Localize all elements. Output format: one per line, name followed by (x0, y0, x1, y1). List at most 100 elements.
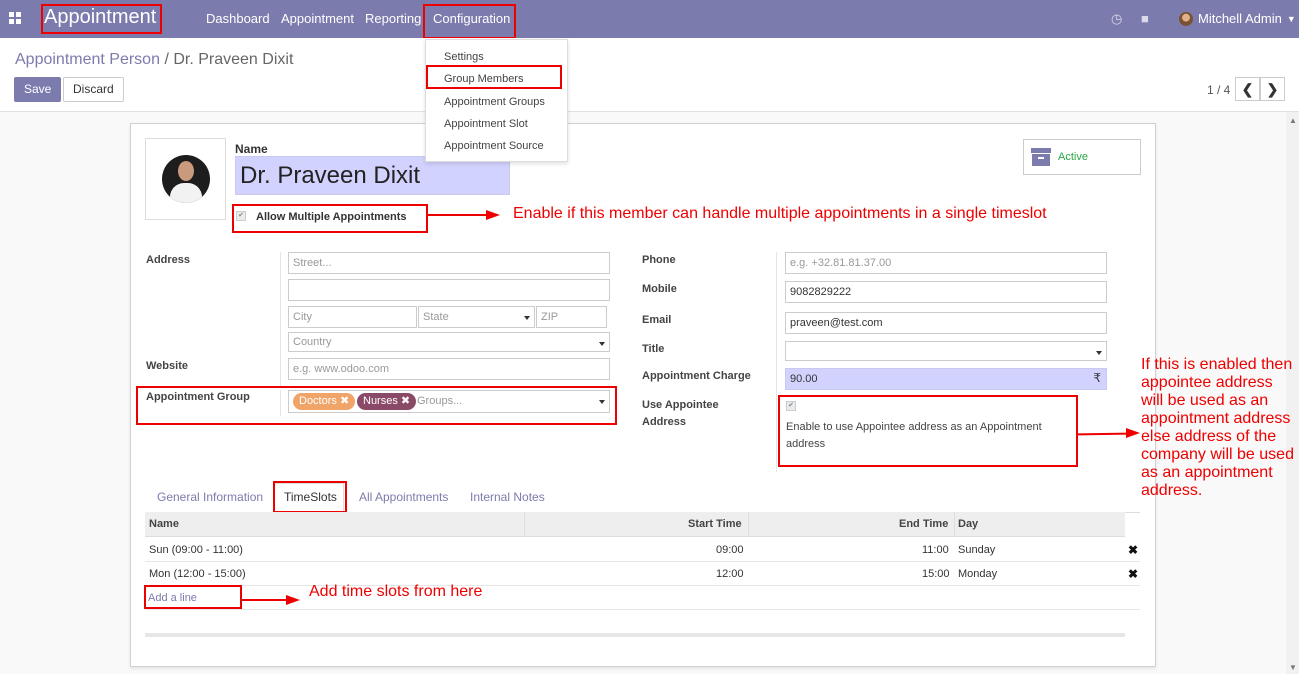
row-2-name[interactable]: Mon (12:00 - 15:00) (149, 568, 246, 580)
country-placeholder: Country (293, 336, 332, 348)
mobile-field[interactable]: 9082829222 (785, 281, 1107, 303)
row-divider (145, 609, 1140, 610)
breadcrumb: Appointment Person / Dr. Praveen Dixit (15, 51, 293, 69)
state-select[interactable]: State (418, 306, 535, 328)
label-separator (280, 252, 281, 387)
column-separator (748, 512, 749, 537)
title-select[interactable] (785, 341, 1107, 361)
annotation-box-address (778, 395, 1078, 467)
use-appointee-address-label-2: Address (642, 416, 687, 428)
menu-appointment[interactable]: Appointment (281, 11, 354, 26)
delete-row-icon[interactable]: ✖ (1128, 543, 1138, 557)
website-label: Website (146, 360, 188, 372)
chevron-down-icon (599, 342, 605, 346)
annotation-arrow (242, 599, 288, 601)
menu-item-appointment-groups[interactable]: Appointment Groups (444, 96, 545, 108)
menu-item-appointment-slot[interactable]: Appointment Slot (444, 118, 528, 130)
annotation-box-multiple (232, 204, 428, 233)
annotation-box-configuration (423, 4, 516, 39)
row-1-end[interactable]: 11:00 (922, 544, 949, 556)
name-label: Name (235, 142, 268, 156)
annotation-arrow (428, 214, 488, 216)
profile-image[interactable] (145, 138, 226, 220)
discard-button[interactable]: Discard (63, 77, 124, 102)
menu-item-appointment-source[interactable]: Appointment Source (444, 140, 544, 152)
control-panel: Appointment Person / Dr. Praveen Dixit S… (0, 38, 1299, 112)
status-label: Active (1058, 151, 1088, 163)
annotation-arrow-head (1126, 428, 1140, 438)
save-button[interactable]: Save (14, 77, 62, 102)
use-appointee-address-label: Use Appointee (642, 399, 719, 411)
user-name: Mitchell Admin (1198, 11, 1282, 26)
annotation-box-groups (136, 386, 617, 425)
charge-value: 90.00 (790, 373, 818, 385)
phone-label: Phone (642, 254, 676, 266)
avatar (162, 155, 210, 203)
annotation-box-group-members (426, 65, 562, 89)
email-field[interactable]: praveen@test.com (785, 312, 1107, 334)
row-divider (145, 585, 1140, 586)
column-separator (524, 512, 525, 537)
top-navbar: Appointment Dashboard Appointment Report… (0, 0, 1299, 38)
row-divider (145, 561, 1140, 562)
tab-internal-notes[interactable]: Internal Notes (470, 490, 545, 504)
user-menu[interactable]: Mitchell Admin ▼ (1179, 11, 1296, 26)
chevron-down-icon (524, 316, 530, 320)
menu-item-settings[interactable]: Settings (444, 51, 484, 63)
email-label: Email (642, 314, 672, 326)
breadcrumb-current: Dr. Praveen Dixit (173, 51, 294, 68)
label-separator (776, 252, 777, 472)
row-1-day[interactable]: Sunday (958, 544, 995, 556)
title-label: Title (642, 343, 665, 355)
address-label: Address (146, 254, 191, 266)
annotation-box-brand (41, 4, 162, 34)
archive-icon (1031, 148, 1051, 166)
clock-icon[interactable]: ◷ (1111, 11, 1122, 27)
avatar (1179, 11, 1193, 26)
column-header-day[interactable]: Day (958, 518, 978, 530)
column-header-name[interactable]: Name (149, 518, 179, 530)
pager-value: 1 / 4 (1207, 83, 1231, 97)
menu-dashboard[interactable]: Dashboard (206, 11, 270, 26)
tab-all-appointments[interactable]: All Appointments (359, 490, 448, 504)
menu-reporting[interactable]: Reporting (365, 11, 421, 26)
website-field[interactable]: e.g. www.odoo.com (288, 358, 610, 380)
street2-field[interactable] (288, 279, 610, 301)
scroll-down-icon[interactable]: ▼ (1289, 663, 1297, 672)
column-header-start-time[interactable]: Start Time (688, 518, 742, 530)
annotation-box-timeslots (273, 481, 347, 513)
street-field[interactable]: Street... (288, 252, 610, 274)
tab-general-information[interactable]: General Information (157, 490, 263, 504)
annotation-box-add-line (144, 585, 242, 609)
annotation-timeslots-text: Add time slots from here (309, 583, 483, 600)
phone-field[interactable]: e.g. +32.81.81.37.00 (785, 252, 1107, 274)
breadcrumb-separator: / (164, 51, 169, 68)
zip-field[interactable]: ZIP (536, 306, 607, 328)
chevron-down-icon: ▼ (1286, 13, 1296, 24)
row-2-start[interactable]: 12:00 (716, 568, 744, 580)
delete-row-icon[interactable]: ✖ (1128, 567, 1138, 581)
configuration-dropdown: Settings Group Members Appointment Group… (425, 39, 568, 162)
currency-symbol: ₹ (1093, 371, 1101, 385)
annotation-address-text: If this is enabled then appointee addres… (1141, 356, 1294, 499)
pager-prev-button[interactable]: ❮ (1235, 77, 1260, 101)
chevron-down-icon (1096, 351, 1102, 355)
active-toggle-button[interactable]: Active (1023, 139, 1141, 175)
annotation-arrow-head (286, 595, 300, 605)
row-1-name[interactable]: Sun (09:00 - 11:00) (149, 544, 243, 556)
scroll-up-icon[interactable]: ▲ (1289, 116, 1297, 125)
city-field[interactable]: City (288, 306, 417, 328)
row-2-end[interactable]: 15:00 (922, 568, 950, 580)
appointment-charge-field[interactable]: 90.00 ₹ (785, 368, 1107, 390)
appointment-charge-label: Appointment Charge (642, 370, 751, 382)
column-header-end-time[interactable]: End Time (899, 518, 948, 530)
breadcrumb-parent[interactable]: Appointment Person (15, 51, 160, 68)
apps-grid-icon[interactable] (9, 12, 21, 24)
pager-next-button[interactable]: ❯ (1260, 77, 1285, 101)
chat-icon[interactable]: ■ (1141, 11, 1149, 26)
annotation-multiple-text: Enable if this member can handle multipl… (513, 205, 1047, 222)
column-separator (954, 512, 955, 537)
country-select[interactable]: Country (288, 332, 610, 352)
row-2-day[interactable]: Monday (958, 568, 997, 580)
row-1-start[interactable]: 09:00 (716, 544, 744, 556)
